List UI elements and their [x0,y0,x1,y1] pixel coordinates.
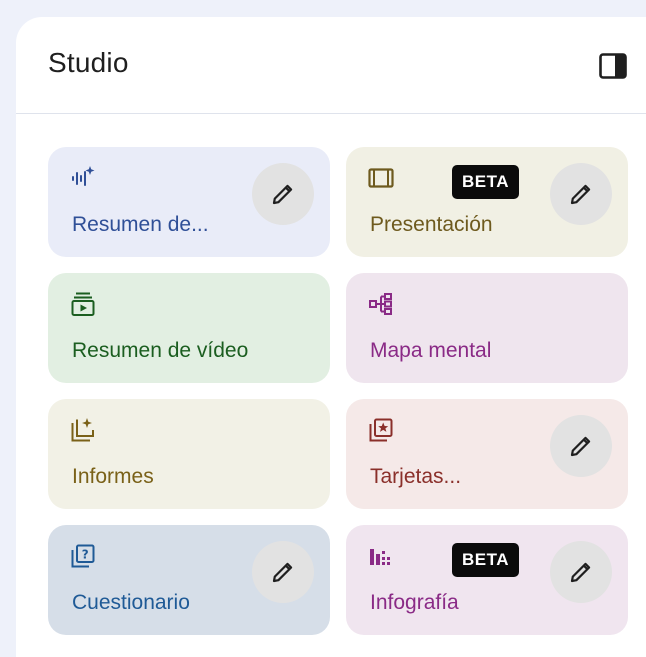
beta-badge: BETA [452,165,520,199]
studio-card-infographic[interactable]: BETA Infografía [346,525,628,635]
card-label: Informes [72,465,154,488]
card-label: Cuestionario [72,591,190,614]
studio-card-reports[interactable]: Informes [48,399,330,509]
studio-card-mind-map[interactable]: Mapa mental [346,273,628,383]
card-label: Resumen de vídeo [72,339,249,362]
slides-icon [368,165,394,191]
edit-button[interactable] [252,541,314,603]
dock-to-right-icon[interactable] [598,51,628,81]
studio-panel: Studio Resumen de... BETA Presentación R… [16,17,646,657]
studio-card-audio-overview[interactable]: Resumen de... [48,147,330,257]
edit-button[interactable] [550,415,612,477]
card-label: Tarjetas... [370,465,462,488]
quiz-icon: ? [70,543,96,569]
studio-card-video-overview[interactable]: Resumen de vídeo [48,273,330,383]
mind-map-icon [368,291,394,317]
card-label: Resumen de... [72,213,209,236]
studio-header: Studio [16,17,646,114]
audio-overview-sparkle-icon [70,165,96,191]
pencil-icon [272,184,293,205]
edit-button[interactable] [550,163,612,225]
flashcards-icon [368,417,394,443]
pencil-icon [570,436,591,457]
panel-title: Studio [48,47,129,78]
studio-card-quiz[interactable]: ? Cuestionario [48,525,330,635]
card-label: Presentación [370,213,493,236]
studio-card-flashcards[interactable]: Tarjetas... [346,399,628,509]
video-overview-icon [70,291,96,317]
svg-text:?: ? [82,548,89,562]
card-label: Infografía [370,591,459,614]
edit-button[interactable] [252,163,314,225]
card-label: Mapa mental [370,339,492,362]
edit-button[interactable] [550,541,612,603]
reports-sparkle-icon [70,417,96,443]
pencil-icon [570,184,591,205]
beta-badge: BETA [452,543,520,577]
pencil-icon [272,562,293,583]
infographic-icon [368,543,394,569]
studio-card-presentation[interactable]: BETA Presentación [346,147,628,257]
pencil-icon [570,562,591,583]
